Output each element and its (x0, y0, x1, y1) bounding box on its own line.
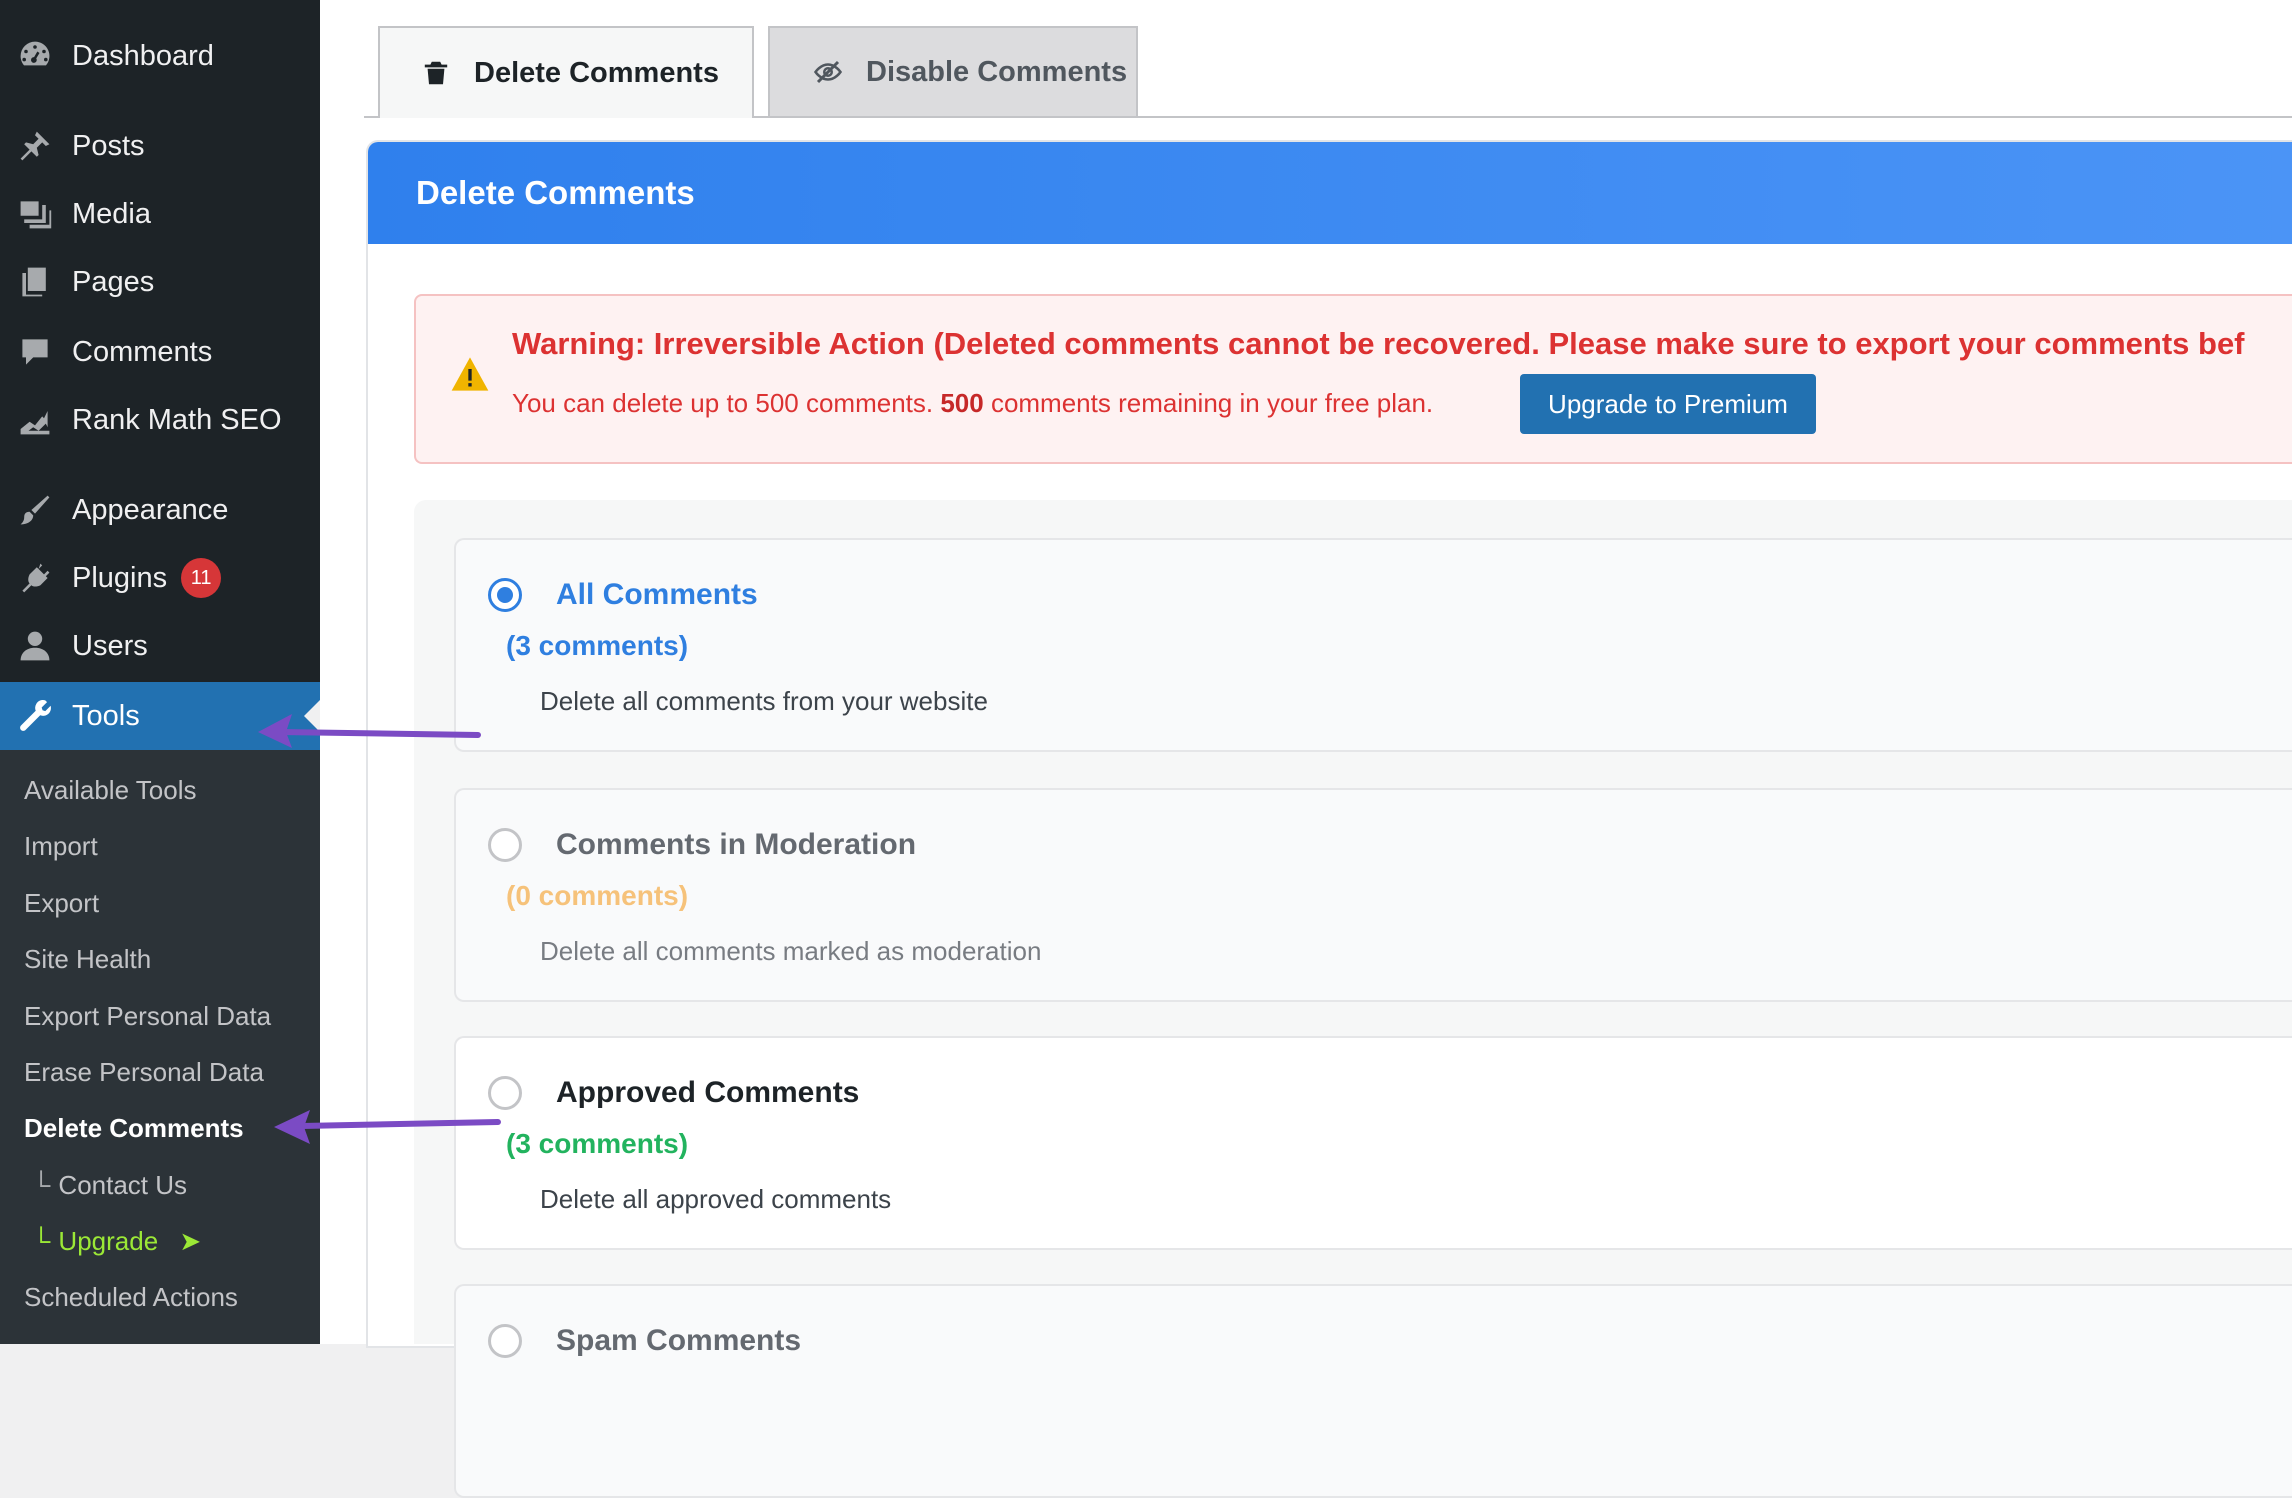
option-count: (3 comments) (506, 630, 689, 661)
option-description: Delete all comments marked as moderation (540, 936, 1042, 966)
menu-label: Rank Math SEO (72, 403, 282, 436)
rank-math-icon (16, 401, 54, 439)
option-title: Comments in Moderation (556, 828, 917, 861)
option-title: Spam Comments (556, 1324, 802, 1357)
warning-box: Warning: Irreversible Action (Deleted co… (414, 294, 2292, 464)
arrow-right-icon: ➤ (179, 1226, 202, 1256)
elbow-connector-icon: └ (32, 1170, 51, 1200)
warning-text-before: You can delete up to 500 comments. (512, 388, 941, 418)
panel-header: Delete Comments (368, 142, 2292, 244)
option-description: Delete all comments from your website (540, 686, 988, 716)
option-all-comments[interactable]: All Comments (3 comments) Delete all com… (454, 538, 2292, 752)
plugin-icon (16, 559, 54, 597)
radio-moderation-comments[interactable] (488, 828, 522, 862)
comment-icon (16, 333, 54, 371)
media-icon (16, 195, 54, 233)
submenu-export-personal-data[interactable]: Export Personal Data (24, 996, 271, 1036)
pin-icon (16, 127, 54, 165)
radio-all-comments[interactable] (488, 578, 522, 612)
menu-item-users[interactable]: Users (0, 612, 320, 680)
warning-title: Warning: Irreversible Action (Deleted co… (512, 326, 2245, 361)
submenu-delete-comments[interactable]: Delete Comments (24, 1108, 244, 1148)
user-icon (16, 627, 54, 665)
option-approved-comments[interactable]: Approved Comments (3 comments) Delete al… (454, 1036, 2292, 1250)
submenu-upgrade[interactable]: └ Upgrade ➤ (32, 1221, 201, 1261)
menu-item-dashboard[interactable]: Dashboard (0, 22, 320, 90)
menu-item-appearance[interactable]: Appearance (0, 476, 320, 544)
menu-item-plugins[interactable]: Plugins 11 (0, 544, 320, 612)
submenu-contact-us[interactable]: └ Contact Us (32, 1165, 187, 1205)
tab-disable-comments[interactable]: Disable Comments (768, 26, 1138, 116)
tab-label: Delete Comments (474, 56, 719, 89)
annotation-arrow-tools (258, 714, 481, 748)
warning-text: You can delete up to 500 comments. 500 c… (512, 388, 1433, 419)
menu-item-pages[interactable]: Pages (0, 248, 320, 316)
elbow-connector-icon: └ (32, 1226, 51, 1256)
menu-label: Dashboard (72, 39, 214, 72)
menu-item-media[interactable]: Media (0, 180, 320, 248)
plugins-update-badge: 11 (181, 558, 222, 598)
option-moderation-comments[interactable]: Comments in Moderation (0 comments) Dele… (454, 788, 2292, 1002)
brush-icon (16, 491, 54, 529)
menu-item-comments[interactable]: Comments (0, 318, 320, 386)
option-title: All Comments (556, 578, 758, 611)
annotation-arrow-delete-comments (274, 1110, 501, 1144)
tab-label: Disable Comments (866, 55, 1128, 88)
radio-spam-comments[interactable] (488, 1324, 522, 1358)
menu-label: Plugins (72, 561, 168, 594)
menu-item-rank-math[interactable]: Rank Math SEO (0, 386, 320, 454)
delete-options-area: All Comments (3 comments) Delete all com… (414, 500, 2292, 1498)
tools-submenu: Available Tools Import Export Site Healt… (0, 750, 320, 1344)
submenu-site-health[interactable]: Site Health (24, 939, 151, 979)
menu-label: Media (72, 197, 151, 230)
submenu-label: Contact Us (58, 1170, 188, 1200)
option-count: (3 comments) (506, 1128, 689, 1159)
menu-label: Pages (72, 265, 155, 298)
menu-label: Tools (72, 699, 140, 732)
pages-icon (16, 263, 54, 301)
submenu-import[interactable]: Import (24, 826, 98, 866)
upgrade-to-premium-button[interactable]: Upgrade to Premium (1520, 374, 1816, 434)
wrench-icon (16, 697, 54, 735)
menu-label: Appearance (72, 493, 229, 526)
submenu-available-tools[interactable]: Available Tools (24, 770, 197, 810)
option-title: Approved Comments (556, 1076, 860, 1109)
menu-label: Posts (72, 129, 145, 162)
submenu-export[interactable]: Export (24, 883, 99, 923)
menu-label: Comments (72, 335, 213, 368)
dashboard-icon (16, 37, 54, 75)
menu-label: Users (72, 629, 148, 662)
remaining-count: 500 (940, 388, 984, 418)
warning-triangle-icon (450, 354, 490, 394)
eye-slash-icon (812, 56, 844, 88)
submenu-erase-personal-data[interactable]: Erase Personal Data (24, 1052, 264, 1092)
option-spam-comments[interactable]: Spam Comments (454, 1284, 2292, 1498)
main-content: Delete Comments Disable Comments Delete … (320, 0, 2292, 1498)
warning-text-after: comments remaining in your free plan. (983, 388, 1434, 418)
panel-title: Delete Comments (416, 174, 695, 211)
menu-item-posts[interactable]: Posts (0, 112, 320, 180)
submenu-scheduled-actions[interactable]: Scheduled Actions (24, 1277, 238, 1317)
submenu-label: Upgrade (58, 1226, 159, 1256)
option-count: (0 comments) (506, 880, 689, 911)
trash-icon (420, 57, 452, 89)
option-description: Delete all approved comments (540, 1184, 892, 1214)
tab-delete-comments[interactable]: Delete Comments (378, 26, 754, 118)
